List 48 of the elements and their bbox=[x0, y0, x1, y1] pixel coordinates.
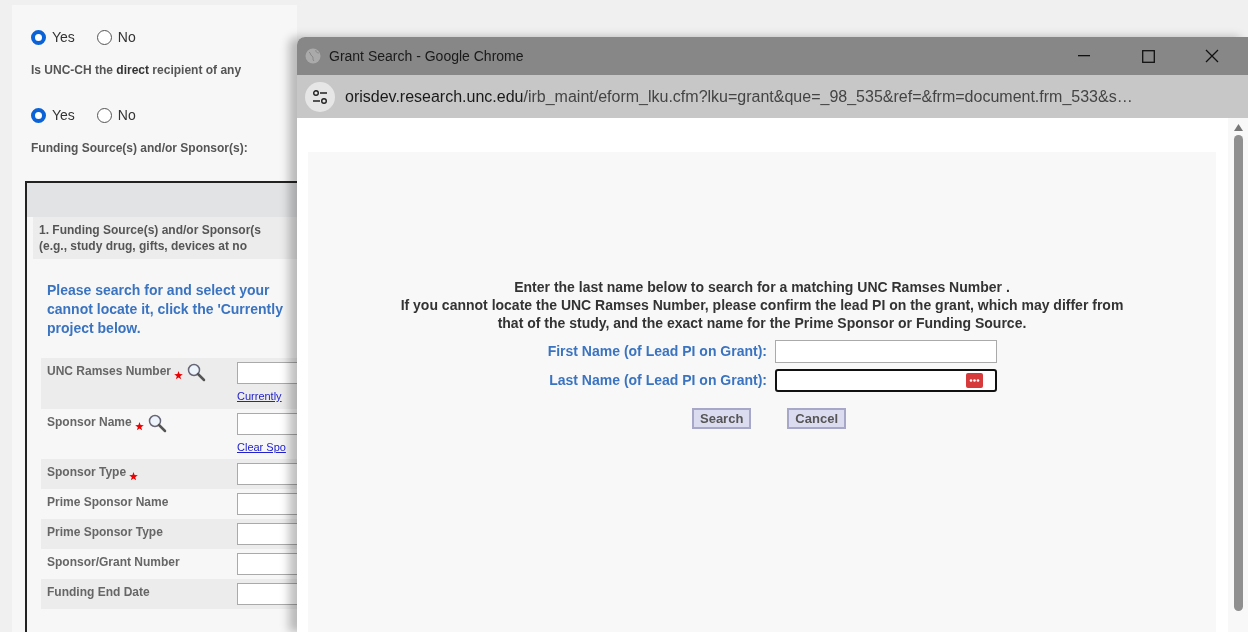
field-label: Prime Sponsor Name bbox=[47, 494, 169, 511]
radio-label: No bbox=[117, 27, 136, 47]
cancel-button[interactable]: Cancel bbox=[787, 408, 846, 429]
input-field[interactable] bbox=[237, 493, 297, 515]
radio-label: No bbox=[117, 105, 136, 125]
field-label: UNC Ramses Number bbox=[47, 363, 172, 380]
input-field[interactable] bbox=[237, 412, 297, 435]
question-text: Is UNC-CH the direct recipient of any bbox=[31, 62, 243, 79]
scroll-up-icon[interactable] bbox=[1233, 124, 1243, 131]
input-field[interactable] bbox=[237, 553, 297, 575]
minimize-icon bbox=[1078, 55, 1090, 57]
input-field[interactable] bbox=[237, 362, 297, 384]
radio-button[interactable] bbox=[96, 107, 112, 123]
input-field[interactable] bbox=[775, 369, 997, 392]
search-button[interactable]: Search bbox=[692, 408, 752, 429]
search-icon[interactable] bbox=[146, 412, 167, 433]
input-field[interactable] bbox=[237, 463, 297, 485]
field-label: Funding End Date bbox=[47, 584, 150, 601]
site-settings-icon[interactable] bbox=[305, 81, 335, 112]
input-field[interactable] bbox=[237, 523, 297, 545]
link[interactable]: Currently bbox=[237, 388, 297, 405]
link[interactable]: Clear Spo bbox=[237, 438, 297, 455]
question-text: Funding Source(s) and/or Sponsor(s): bbox=[31, 140, 249, 157]
section-heading: 1. Funding Source(s) and/or Sponsor(s (e.g., study drug, gifts, devices at no bbox=[33, 217, 297, 259]
radio-label: Yes bbox=[52, 105, 75, 125]
radio-button[interactable] bbox=[96, 29, 112, 45]
field-label: Prime Sponsor Type bbox=[47, 524, 163, 541]
field-label: Sponsor Type bbox=[47, 464, 127, 481]
radio-button[interactable] bbox=[31, 107, 46, 123]
input-field[interactable] bbox=[775, 340, 997, 363]
maximize-icon bbox=[1141, 49, 1155, 63]
radio-button[interactable] bbox=[31, 29, 46, 45]
globe-icon bbox=[305, 48, 321, 64]
instruction-text: Enter the last name below to search for a matching UNC Ramses Number . If you cannot locate the UNC Ramses Number, please confirm the lead PI on the grant, which may differ from that of the study, and the exact name for the Prime Sponsor or Funding Source. bbox=[399, 278, 1125, 332]
input-field[interactable] bbox=[237, 583, 297, 605]
scrollbar[interactable] bbox=[1228, 118, 1248, 632]
field-label: First Name (of Lead PI on Grant): bbox=[546, 342, 767, 361]
window-title: Grant Search - Google Chrome bbox=[329, 46, 524, 66]
instruction-text: Please search for and select your cannot locate it, click the 'Currently project below. bbox=[46, 281, 284, 338]
search-icon[interactable] bbox=[186, 362, 207, 382]
field-label: Last Name (of Lead PI on Grant): bbox=[548, 371, 767, 390]
field-label: Sponsor Name bbox=[47, 413, 132, 431]
close-icon bbox=[1205, 49, 1219, 63]
field-label: Sponsor/Grant Number bbox=[47, 554, 180, 571]
autofill-icon[interactable] bbox=[966, 373, 983, 388]
radio-label: Yes bbox=[52, 27, 75, 47]
scroll-thumb[interactable] bbox=[1233, 135, 1243, 611]
url-text[interactable]: orisdev.research.unc.edu/irb_maint/eform_lku.cfm?lku=grant&que=_98_535&ref=&frm=document.frm_533&s… bbox=[345, 84, 1133, 109]
